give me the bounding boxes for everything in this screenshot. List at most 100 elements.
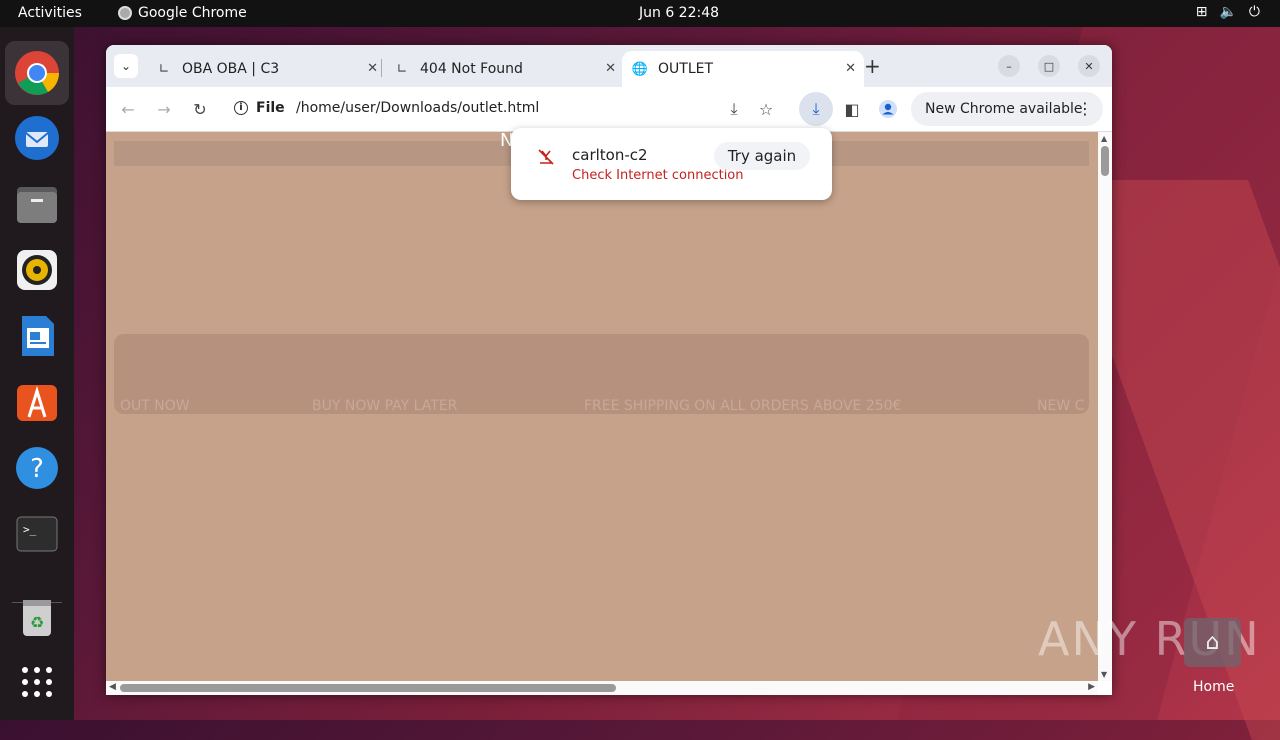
tab-separator bbox=[381, 59, 382, 77]
toolbar: ← → ↻ i File /home/user/Downloads/outlet… bbox=[106, 87, 1112, 132]
tab-outlet[interactable]: 🌐 OUTLET ✕ bbox=[622, 51, 864, 87]
bookmark-button[interactable]: ☆ bbox=[755, 98, 777, 120]
scroll-left-icon[interactable]: ◀ bbox=[109, 682, 116, 692]
page-content: N OUT NOW BUY NOW PAY LATER FREE SHIPPIN… bbox=[106, 132, 1098, 681]
update-chrome-button[interactable]: New Chrome available ⋮ bbox=[911, 92, 1103, 126]
loading-favicon-icon: ∟ bbox=[396, 61, 408, 77]
info-icon[interactable]: i bbox=[234, 101, 248, 115]
dock-rhythmbox[interactable] bbox=[13, 246, 61, 294]
maximize-icon: □ bbox=[1043, 59, 1055, 73]
more-vert-icon: ⋮ bbox=[1077, 99, 1093, 118]
loading-favicon-icon: ∟ bbox=[158, 61, 170, 77]
tab-title: OBA OBA | C3 bbox=[182, 61, 280, 77]
back-button[interactable]: ← bbox=[117, 98, 139, 120]
clock[interactable]: Jun 6 22:48 bbox=[639, 5, 719, 21]
back-arrow-icon: ← bbox=[121, 99, 135, 119]
svg-text:♻: ♻ bbox=[30, 613, 44, 632]
dock-writer[interactable] bbox=[13, 312, 61, 360]
dock-terminal[interactable]: >_ bbox=[13, 510, 61, 558]
dock-help[interactable]: ? bbox=[13, 444, 61, 492]
close-icon[interactable]: ✕ bbox=[845, 61, 856, 76]
dock-files[interactable] bbox=[13, 180, 61, 228]
app-name: Google Chrome bbox=[138, 5, 247, 21]
marquee-item: FREE SHIPPING ON ALL ORDERS ABOVE 250€ bbox=[584, 398, 902, 414]
dock: ? >_ ♻ bbox=[0, 27, 74, 720]
marquee-item: OUT NOW bbox=[120, 398, 190, 414]
star-icon: ☆ bbox=[758, 99, 774, 119]
activities-button[interactable]: Activities bbox=[18, 5, 82, 21]
plus-icon: + bbox=[864, 54, 881, 78]
scroll-down-icon[interactable]: ▼ bbox=[1101, 670, 1107, 679]
tab-oba[interactable]: ∟ OBA OBA | C3 ✕ bbox=[148, 51, 386, 87]
vertical-scrollbar[interactable]: ▲ ▼ bbox=[1098, 132, 1112, 681]
thunderbird-icon bbox=[15, 116, 59, 160]
top-bar: Activities Google Chrome Jun 6 22:48 ⊞ 🔈… bbox=[0, 0, 1280, 27]
terminal-icon: >_ bbox=[16, 516, 58, 552]
forward-arrow-icon: → bbox=[157, 99, 171, 119]
tab-title: OUTLET bbox=[658, 61, 714, 77]
profile-button[interactable] bbox=[877, 98, 899, 120]
rhythmbox-icon bbox=[17, 250, 57, 290]
writer-icon bbox=[22, 316, 54, 356]
address-bar[interactable]: i File /home/user/Downloads/outlet.html bbox=[226, 92, 772, 126]
chrome-icon bbox=[15, 51, 59, 95]
dock-app-grid[interactable] bbox=[13, 658, 61, 706]
update-label: New Chrome available bbox=[925, 101, 1083, 117]
url-text[interactable]: /home/user/Downloads/outlet.html bbox=[296, 100, 539, 116]
tab-404[interactable]: ∟ 404 Not Found ✕ bbox=[386, 51, 624, 87]
url-scheme: File bbox=[256, 100, 285, 116]
files-icon bbox=[17, 187, 57, 223]
side-panel-button[interactable]: ◧ bbox=[841, 98, 863, 120]
tab-search-button[interactable]: ⌄ bbox=[114, 54, 138, 78]
scroll-thumb[interactable] bbox=[1101, 146, 1109, 176]
minimize-icon: – bbox=[1006, 59, 1012, 73]
home-folder-icon[interactable]: ⌂ bbox=[1184, 618, 1241, 667]
marquee-item: NEW C bbox=[1037, 398, 1085, 414]
dock-thunderbird[interactable] bbox=[13, 114, 61, 162]
volume-icon: 🔈 bbox=[1219, 4, 1237, 20]
system-tray[interactable]: ⊞ 🔈 ⏻ bbox=[1196, 4, 1260, 20]
close-icon[interactable]: ✕ bbox=[605, 61, 616, 76]
profile-icon bbox=[879, 100, 897, 118]
download-icon: ⤓ bbox=[730, 99, 738, 118]
svg-text:>_: >_ bbox=[23, 523, 37, 536]
scroll-up-icon[interactable]: ▲ bbox=[1101, 134, 1107, 143]
install-button[interactable]: ⤓ bbox=[723, 98, 745, 120]
chevron-down-icon: ⌄ bbox=[120, 59, 132, 73]
app-center-icon bbox=[17, 385, 57, 421]
app-menu[interactable]: Google Chrome bbox=[118, 5, 247, 21]
close-icon[interactable]: ✕ bbox=[367, 61, 378, 76]
app-grid-icon bbox=[22, 667, 52, 697]
power-icon: ⏻ bbox=[1248, 4, 1260, 20]
marquee-item: BUY NOW PAY LATER bbox=[312, 398, 458, 414]
tab-strip: ⌄ ∟ OBA OBA | C3 ✕ ∟ 404 Not Found ✕ 🌐 O… bbox=[106, 45, 1112, 87]
dock-chrome[interactable] bbox=[5, 41, 69, 105]
try-again-button[interactable]: Try again bbox=[714, 142, 810, 170]
side-panel-icon: ◧ bbox=[844, 99, 860, 119]
tab-title: 404 Not Found bbox=[420, 61, 523, 77]
download-icon: ⤓ bbox=[812, 99, 820, 118]
network-icon: ⊞ bbox=[1195, 4, 1208, 20]
horizontal-scrollbar[interactable]: ◀ ▶ bbox=[106, 681, 1098, 695]
globe-icon: 🌐 bbox=[631, 61, 649, 77]
scroll-thumb[interactable] bbox=[120, 684, 616, 692]
minimize-button[interactable]: – bbox=[998, 55, 1020, 77]
download-bubble: carlton-c2 Check Internet connection Try… bbox=[511, 128, 832, 200]
maximize-button[interactable]: □ bbox=[1038, 55, 1060, 77]
reload-button[interactable]: ↻ bbox=[189, 98, 211, 120]
download-status: Check Internet connection bbox=[572, 168, 744, 183]
forward-button[interactable]: → bbox=[153, 98, 175, 120]
home-label: Home bbox=[1193, 679, 1235, 695]
close-icon: ✕ bbox=[1084, 59, 1094, 73]
chrome-app-icon bbox=[118, 6, 132, 20]
trash-icon: ♻ bbox=[23, 600, 51, 636]
new-tab-button[interactable]: + bbox=[864, 54, 881, 78]
downloads-button[interactable]: ⤓ bbox=[799, 92, 833, 126]
download-filename[interactable]: carlton-c2 bbox=[572, 146, 648, 164]
svg-text:?: ? bbox=[30, 454, 44, 484]
close-window-button[interactable]: ✕ bbox=[1078, 55, 1100, 77]
help-icon: ? bbox=[16, 447, 58, 489]
dock-app-center[interactable] bbox=[13, 378, 61, 426]
dock-trash[interactable]: ♻ bbox=[13, 594, 61, 642]
scroll-right-icon[interactable]: ▶ bbox=[1088, 682, 1095, 692]
